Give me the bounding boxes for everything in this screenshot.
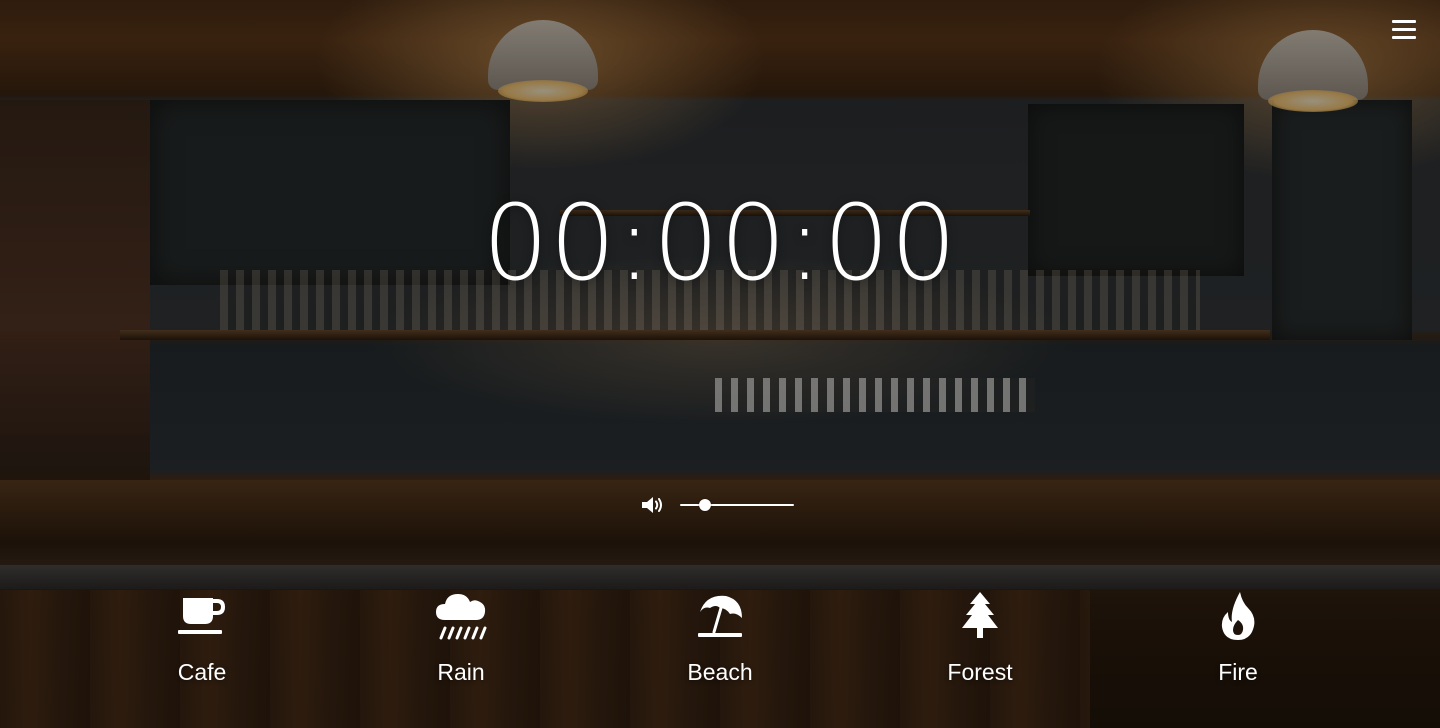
pine-tree-icon [962, 592, 998, 638]
sound-label: Beach [687, 659, 753, 685]
sound-label: Cafe [177, 659, 227, 685]
volume-slider-track [680, 504, 794, 506]
volume-slider-thumb[interactable] [699, 499, 712, 511]
sound-button-forest[interactable]: Forest [910, 590, 1050, 686]
beach-umbrella-icon [698, 595, 742, 637]
sound-button-fire[interactable]: Fire [1168, 590, 1308, 686]
sound-label: Rain [437, 659, 485, 685]
rain-cloud-icon [436, 594, 487, 640]
volume-control [640, 494, 794, 516]
flame-icon [1221, 592, 1255, 640]
hamburger-menu-icon[interactable] [1392, 20, 1416, 42]
menu-bar [1392, 20, 1416, 23]
menu-bar [1392, 36, 1416, 39]
coffee-cup-icon [178, 598, 226, 634]
sound-button-beach[interactable]: Beach [650, 590, 790, 686]
sound-label: Fire [1218, 659, 1258, 685]
timer-display[interactable]: 00:00:00 [0, 178, 1440, 308]
speaker-volume-icon[interactable] [640, 494, 666, 516]
sound-button-cafe[interactable]: Cafe [132, 590, 272, 686]
sound-label: Forest [947, 659, 1013, 685]
sound-selector: Cafe Rain Beach Forest Fire [0, 590, 1440, 700]
menu-bar [1392, 28, 1416, 31]
volume-slider[interactable] [680, 497, 794, 513]
sound-button-rain[interactable]: Rain [391, 590, 531, 686]
app-stage: 00:00:00 Cafe Rain Beach Forest Fire [0, 0, 1440, 728]
